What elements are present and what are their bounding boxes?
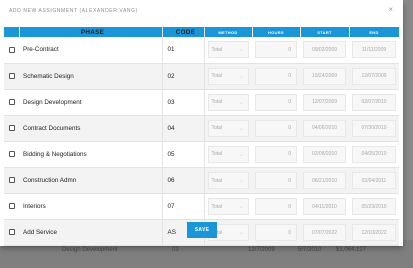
hours-input[interactable]: 0 — [255, 224, 297, 242]
header-select — [4, 27, 20, 37]
phase-name: Contract Documents — [19, 115, 163, 142]
method-select[interactable]: Total ⌵ — [207, 67, 249, 85]
header-end: END — [349, 27, 400, 37]
header-hours: HOURS — [252, 27, 301, 37]
row-checkbox[interactable] — [8, 151, 15, 158]
table-row: Design Development 03 Total ⌵ 0 12/07/2009 02/… — [4, 89, 399, 116]
chevron-down-icon: ⌵ — [239, 73, 243, 79]
row-checkbox[interactable] — [8, 125, 15, 132]
hours-input[interactable]: 0 — [255, 198, 297, 216]
phase-table: PHASE CODE METHOD HOURS START END Pre-Co… — [4, 27, 400, 247]
background-amount: $1,064,127 — [336, 247, 367, 253]
method-select[interactable]: Total ⌵ — [207, 41, 249, 59]
chevron-down-icon: ⌵ — [239, 178, 243, 184]
background-start: 12/7/2009 — [248, 247, 275, 253]
hours-input[interactable]: 0 — [255, 172, 297, 190]
header-code: CODE — [162, 27, 205, 37]
phase-code: 03 — [162, 89, 205, 116]
start-date-input[interactable]: 04/06/2010 — [303, 119, 346, 137]
phase-name: Bidding & Negotiations — [19, 141, 163, 168]
phase-name: Interiors — [19, 193, 163, 221]
end-date-input[interactable]: 02/07/2010 — [352, 93, 396, 111]
start-date-input[interactable]: 06/21/2010 — [303, 172, 346, 190]
header-method: METHOD — [204, 27, 253, 37]
start-date-input[interactable]: 02/08/2010 — [303, 145, 346, 163]
method-value: Total — [211, 203, 223, 210]
method-select[interactable]: Total ⌵ — [207, 119, 249, 137]
phase-code: 01 — [162, 37, 205, 64]
start-date-input[interactable]: 07/07/2022 — [303, 224, 346, 242]
phase-name: Construction Admn — [19, 167, 163, 195]
end-date-input[interactable]: 12/07/2009 — [352, 67, 396, 85]
method-value: Total — [211, 73, 223, 80]
phase-name: Add Service — [19, 219, 163, 247]
hours-input[interactable]: 0 — [255, 119, 297, 137]
header-phase: PHASE — [19, 27, 163, 37]
row-checkbox[interactable] — [8, 203, 15, 210]
chevron-down-icon: ⌵ — [239, 230, 243, 236]
start-date-input[interactable]: 09/02/2009 — [303, 41, 346, 59]
header-start: START — [300, 27, 350, 37]
method-value: Total — [211, 151, 223, 158]
table-row: Construction Admn 06 Total ⌵ 0 06/21/2010 02/0… — [4, 167, 399, 195]
add-assignment-modal: ADD NEW ASSIGNMENT (ALEXANDER VANG) × PH… — [0, 0, 403, 247]
method-value: Total — [211, 46, 223, 53]
method-value: Total — [211, 177, 223, 184]
hours-input[interactable]: 0 — [255, 93, 297, 111]
save-button[interactable]: SAVE — [187, 222, 217, 238]
modal-title: ADD NEW ASSIGNMENT (ALEXANDER VANG) — [9, 8, 138, 14]
method-value: Total — [211, 125, 223, 132]
chevron-down-icon: ⌵ — [239, 47, 243, 53]
chevron-down-icon: ⌵ — [239, 125, 243, 131]
table-row: Contract Documents 04 Total ⌵ 0 04/06/2010 07/… — [4, 115, 399, 142]
start-date-input[interactable]: 10/24/2009 — [303, 67, 346, 85]
table-header-row: PHASE CODE METHOD HOURS START END — [4, 27, 400, 37]
phase-name: Schematic Design — [19, 63, 163, 90]
phase-name: Pre-Contract — [19, 37, 163, 64]
table-row: Interiors 07 Total ⌵ 0 04/11/2010 05/23/2010 — [4, 193, 399, 221]
chevron-down-icon: ⌵ — [239, 151, 243, 157]
method-select[interactable]: Total ⌵ — [207, 93, 249, 111]
end-date-input[interactable]: 11/11/2009 — [352, 41, 396, 59]
hours-input[interactable]: 0 — [255, 145, 297, 163]
end-date-input[interactable]: 04/05/2010 — [352, 145, 396, 163]
row-checkbox[interactable] — [8, 99, 15, 105]
row-checkbox[interactable] — [8, 72, 15, 79]
phase-code: 05 — [162, 141, 205, 168]
table-row: Pre-Contract 01 Total ⌵ 0 09/02/2009 11/11/200… — [4, 37, 399, 64]
method-select[interactable]: Total ⌵ — [207, 145, 249, 163]
phase-code: 02 — [162, 63, 205, 90]
phase-code: 04 — [162, 115, 205, 142]
hours-input[interactable]: 0 — [255, 67, 297, 85]
start-date-input[interactable]: 12/07/2009 — [303, 93, 346, 111]
background-end: 5/7/2010 — [298, 247, 322, 253]
end-date-input[interactable]: 12/10/2022 — [352, 224, 396, 242]
table-row: Bidding & Negotiations 05 Total ⌵ 0 02/08/201… — [4, 141, 399, 168]
start-date-input[interactable]: 04/11/2010 — [303, 198, 346, 216]
method-value: Total — [211, 99, 223, 106]
table-row: Schematic Design 02 Total ⌵ 0 10/24/2009 12/07… — [4, 63, 399, 90]
phase-code: 07 — [162, 193, 205, 221]
method-select[interactable]: Total ⌵ — [207, 198, 249, 216]
row-checkbox[interactable] — [8, 177, 15, 184]
phase-code: 06 — [162, 167, 205, 195]
row-checkbox[interactable] — [8, 229, 15, 236]
background-phase: Design Development — [62, 247, 118, 253]
phase-name: Design Development — [19, 89, 163, 116]
hours-input[interactable]: 0 — [255, 41, 297, 59]
row-checkbox[interactable] — [8, 46, 15, 53]
chevron-down-icon: ⌵ — [239, 204, 243, 210]
end-date-input[interactable]: 05/23/2010 — [352, 198, 396, 216]
background-code: 03 — [172, 247, 179, 253]
end-date-input[interactable]: 07/30/2010 — [352, 119, 396, 137]
end-date-input[interactable]: 02/04/2011 — [352, 172, 396, 190]
chevron-down-icon: ⌵ — [239, 99, 243, 105]
close-icon[interactable]: × — [388, 5, 393, 14]
method-select[interactable]: Total ⌵ — [207, 172, 249, 190]
